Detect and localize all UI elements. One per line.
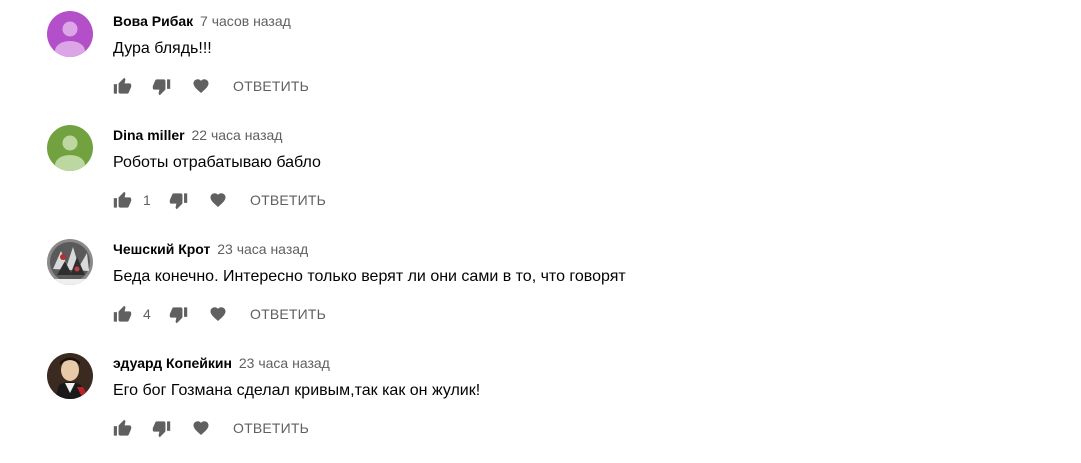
dislike-button[interactable] xyxy=(151,418,171,438)
comment-thread: Dina miller 22 часа назад Роботы отрабат… xyxy=(0,114,1081,228)
author-avatar[interactable] xyxy=(47,353,93,399)
like-button[interactable] xyxy=(112,76,132,96)
thumbs-down-icon xyxy=(169,306,187,323)
photo-avatar-icon xyxy=(47,239,93,285)
default-user-avatar-icon xyxy=(47,11,93,57)
like-count: 4 xyxy=(143,306,151,322)
comment-time[interactable]: 22 часа назад xyxy=(191,127,282,143)
comment-actions: ОТВЕТИТЬ xyxy=(112,417,309,439)
author-name[interactable]: эдуард Копейкин xyxy=(113,355,232,371)
author-avatar[interactable] xyxy=(47,239,93,285)
comments-section: Вова Рибак 7 часов назад Дура блядь!!! О… xyxy=(0,0,1081,463)
heart-icon xyxy=(210,193,226,208)
comment-time[interactable]: 23 часа назад xyxy=(239,355,330,371)
default-user-avatar-icon xyxy=(47,125,93,171)
thumbs-down-icon xyxy=(169,192,187,209)
like-button[interactable] xyxy=(112,190,132,210)
reply-button[interactable]: ОТВЕТИТЬ xyxy=(233,78,309,94)
comment-thread: Вова Рибак 7 часов назад Дура блядь!!! О… xyxy=(0,0,1081,114)
comment-actions: 4 ОТВЕТИТЬ xyxy=(112,303,326,325)
heart-button[interactable] xyxy=(208,304,228,324)
portrait-avatar-icon xyxy=(47,353,93,399)
comment-actions: ОТВЕТИТЬ xyxy=(112,75,309,97)
heart-button[interactable] xyxy=(191,418,211,438)
dislike-button[interactable] xyxy=(168,190,188,210)
comment-thread: эдуард Копейкин 23 часа назад Его бог Го… xyxy=(0,342,1081,456)
comment-header: Dina miller 22 часа назад xyxy=(113,125,282,145)
comment-text: Роботы отрабатываю бабло xyxy=(113,154,321,171)
dislike-button[interactable] xyxy=(168,304,188,324)
thumbs-up-icon xyxy=(113,419,131,436)
heart-icon xyxy=(210,307,226,322)
heart-icon xyxy=(193,79,209,94)
thumbs-down-icon xyxy=(152,78,170,95)
comment-thread: Чешский Крот 23 часа назад Беда конечно.… xyxy=(0,228,1081,342)
reply-button[interactable]: ОТВЕТИТЬ xyxy=(250,192,326,208)
author-name[interactable]: Чешский Крот xyxy=(113,241,210,257)
comment-time[interactable]: 7 часов назад xyxy=(200,13,291,29)
thumbs-down-icon xyxy=(152,420,170,437)
like-button[interactable] xyxy=(112,418,132,438)
heart-button[interactable] xyxy=(208,190,228,210)
reply-button[interactable]: ОТВЕТИТЬ xyxy=(250,306,326,322)
thumbs-up-icon xyxy=(113,191,131,208)
comment-actions: 1 ОТВЕТИТЬ xyxy=(112,189,326,211)
author-name[interactable]: Вова Рибак xyxy=(113,13,193,29)
heart-button[interactable] xyxy=(191,76,211,96)
reply-button[interactable]: ОТВЕТИТЬ xyxy=(233,420,309,436)
thumbs-up-icon xyxy=(113,305,131,322)
comment-text: Его бог Гозмана сделал кривым,так как он… xyxy=(113,382,481,399)
comment-header: Вова Рибак 7 часов назад xyxy=(113,11,291,31)
like-button[interactable] xyxy=(112,304,132,324)
like-count: 1 xyxy=(143,192,151,208)
heart-icon xyxy=(193,421,209,436)
comment-text: Беда конечно. Интересно только верят ли … xyxy=(113,268,626,285)
dislike-button[interactable] xyxy=(151,76,171,96)
author-avatar[interactable] xyxy=(47,11,93,57)
comment-text: Дура блядь!!! xyxy=(113,40,212,57)
comment-header: Чешский Крот 23 часа назад xyxy=(113,239,308,259)
comment-time[interactable]: 23 часа назад xyxy=(217,241,308,257)
author-name[interactable]: Dina miller xyxy=(113,127,185,143)
comment-header: эдуард Копейкин 23 часа назад xyxy=(113,353,330,373)
thumbs-up-icon xyxy=(113,77,131,94)
author-avatar[interactable] xyxy=(47,125,93,171)
